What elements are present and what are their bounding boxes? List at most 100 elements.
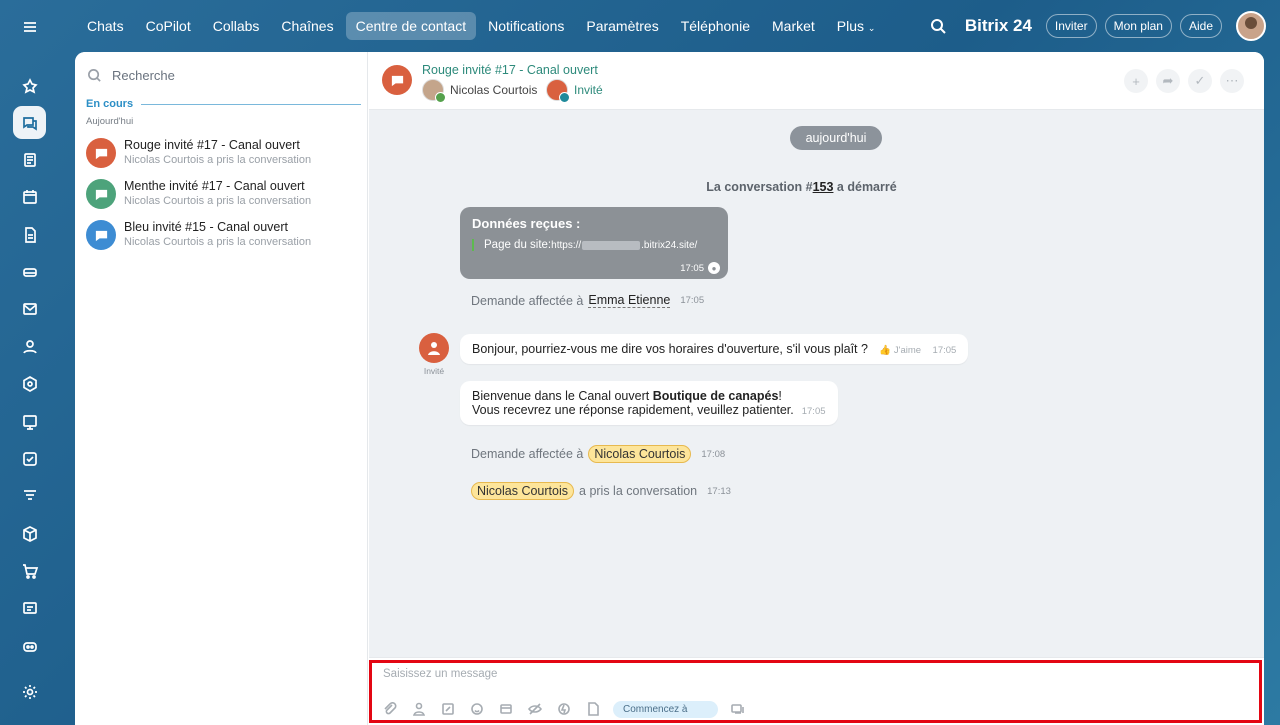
forward-icon[interactable]: ➦ <box>1156 69 1180 93</box>
conversation-number-link[interactable]: 153 <box>813 180 834 194</box>
chat-bubble-icon <box>86 220 116 250</box>
conversation-title: Bleu invité #15 - Canal ouvert <box>124 220 288 234</box>
day-label: Aujourd'hui <box>86 116 134 127</box>
message-guest[interactable]: Bonjour, pourriez-vous me dire vos horai… <box>460 334 969 364</box>
like-button[interactable]: 👍 J'aime <box>879 345 921 356</box>
conversation-item-bleu[interactable]: Bleu invité #15 - Canal ouvert Nicolas C… <box>86 218 361 252</box>
invite-button[interactable]: Inviter <box>1045 14 1097 38</box>
section-header: En cours <box>86 98 361 110</box>
box-icon[interactable] <box>13 517 46 550</box>
tab-telephonie[interactable]: Téléphonie <box>671 12 760 40</box>
tab-market[interactable]: Market <box>762 12 825 40</box>
chat-bubble-icon <box>382 65 412 95</box>
chat-icon[interactable] <box>13 106 46 139</box>
tab-plus[interactable]: Plus ⌄ <box>827 12 886 40</box>
guest-sender: Invité <box>418 333 450 376</box>
data-url-end[interactable]: .bitrix24.site/ <box>641 240 697 251</box>
conversation-item-rouge[interactable]: Rouge invité #17 - Canal ouvert Nicolas … <box>86 136 361 170</box>
operator-tag[interactable]: Nicolas Courtois <box>471 482 575 500</box>
funnel-icon[interactable] <box>13 479 46 512</box>
groups-icon[interactable] <box>13 330 46 363</box>
search-field[interactable]: Recherche <box>87 64 357 86</box>
mail-icon[interactable] <box>13 292 46 325</box>
settings-icon[interactable] <box>13 675 46 708</box>
redacted-block <box>582 240 641 250</box>
received-data-card: Données reçues : Page du site: https:// … <box>460 207 728 279</box>
search-icon <box>88 68 101 82</box>
hexagon-icon[interactable] <box>13 367 46 400</box>
tab-notifications[interactable]: Notifications <box>478 12 574 40</box>
assignee-tag[interactable]: Nicolas Courtois <box>588 445 692 463</box>
tab-collabs[interactable]: Collabs <box>203 12 270 40</box>
guest-label: Invité <box>423 366 445 376</box>
user-icon <box>419 333 449 363</box>
welcome-suffix: ! <box>778 389 782 403</box>
system-message-reassigned: Demande affectée à Nicolas Courtois 17:0… <box>471 445 725 463</box>
tab-chats[interactable]: Chats <box>77 12 134 40</box>
taken-text: a pris la conversation <box>579 484 698 498</box>
drive-icon[interactable] <box>13 255 46 288</box>
document-icon[interactable] <box>584 700 602 718</box>
channel-badge-icon <box>559 92 570 103</box>
chat-title[interactable]: Rouge invité #17 - Canal ouvert <box>422 63 598 77</box>
tab-plus-label: Plus <box>836 18 865 34</box>
data-url-start[interactable]: https:// <box>551 240 581 251</box>
member-guest[interactable]: Invité <box>546 79 603 103</box>
chat-header: Rouge invité #17 - Canal ouvert Nicolas … <box>369 52 1264 110</box>
form-icon[interactable] <box>497 700 515 718</box>
crm-icon[interactable] <box>13 405 46 438</box>
data-label: Page du site: <box>484 239 552 251</box>
copilot-icon[interactable] <box>13 69 46 102</box>
operator-avatar <box>422 79 446 103</box>
more-icon[interactable]: ⋯ <box>1220 69 1244 93</box>
conversation-subtitle: Nicolas Courtois a pris la conversation <box>124 154 312 166</box>
lightning-icon[interactable] <box>555 700 573 718</box>
section-divider <box>141 103 361 105</box>
tasks-icon[interactable] <box>13 442 46 475</box>
emoji-icon[interactable] <box>468 700 486 718</box>
conversation-title: Rouge invité #17 - Canal ouvert <box>124 138 300 152</box>
docs-icon[interactable] <box>13 218 46 251</box>
feed-icon[interactable] <box>13 143 46 176</box>
logo: Bitrix 24 <box>964 16 1032 35</box>
conversation-subtitle: Nicolas Courtois a pris la conversation <box>124 195 312 207</box>
hide-icon[interactable] <box>526 700 544 718</box>
chevron-down-icon: ⌄ <box>867 23 876 33</box>
menu-icon[interactable] <box>13 10 46 43</box>
started-suffix: a démarré <box>833 180 897 194</box>
message-welcome[interactable]: Bienvenue dans le Canal ouvert Boutique … <box>460 381 838 425</box>
tab-centre-de-contact[interactable]: Centre de contact <box>345 12 477 40</box>
data-time: 17:05 <box>680 262 704 274</box>
tab-copilot[interactable]: CoPilot <box>136 12 201 40</box>
quick-answer-icon[interactable] <box>439 700 457 718</box>
tab-parametres[interactable]: Paramètres <box>576 12 668 40</box>
message-composer: Saisissez un message Commencez à <box>369 657 1264 725</box>
date-divider: aujourd'hui <box>790 126 882 150</box>
chat-bubble-icon <box>86 179 116 209</box>
user-icon[interactable] <box>410 700 428 718</box>
screens-icon[interactable] <box>729 700 747 718</box>
welcome-prefix: Bienvenue dans le Canal ouvert <box>472 389 653 403</box>
check-icon[interactable]: ✓ <box>1188 69 1212 93</box>
lock-icon: ● <box>708 262 720 274</box>
cart-icon[interactable] <box>13 554 46 587</box>
attach-icon[interactable] <box>381 700 399 718</box>
like-label: J'aime <box>893 345 922 356</box>
plan-button[interactable]: Mon plan <box>1104 14 1172 38</box>
member-operator[interactable]: Nicolas Courtois <box>422 79 537 103</box>
help-button[interactable]: Aide <box>1179 14 1222 38</box>
left-rail <box>0 0 59 725</box>
assignee-link[interactable]: Emma Etienne <box>588 293 671 308</box>
conversation-item-menthe[interactable]: Menthe invité #17 - Canal ouvert Nicolas… <box>86 177 361 211</box>
calendar-icon[interactable] <box>13 180 46 213</box>
tab-chaines[interactable]: Chaînes <box>271 12 343 40</box>
message-input[interactable]: Saisissez un message <box>383 668 497 680</box>
search-placeholder: Recherche <box>112 67 175 83</box>
robot-icon[interactable] <box>13 629 46 662</box>
user-avatar[interactable] <box>1236 11 1266 41</box>
channel-name: Boutique de canapés <box>652 389 779 403</box>
search-icon[interactable] <box>929 17 947 35</box>
contact-card-icon[interactable] <box>13 591 46 624</box>
start-typing-pill[interactable]: Commencez à <box>613 700 718 718</box>
add-icon[interactable]: + <box>1124 69 1148 93</box>
